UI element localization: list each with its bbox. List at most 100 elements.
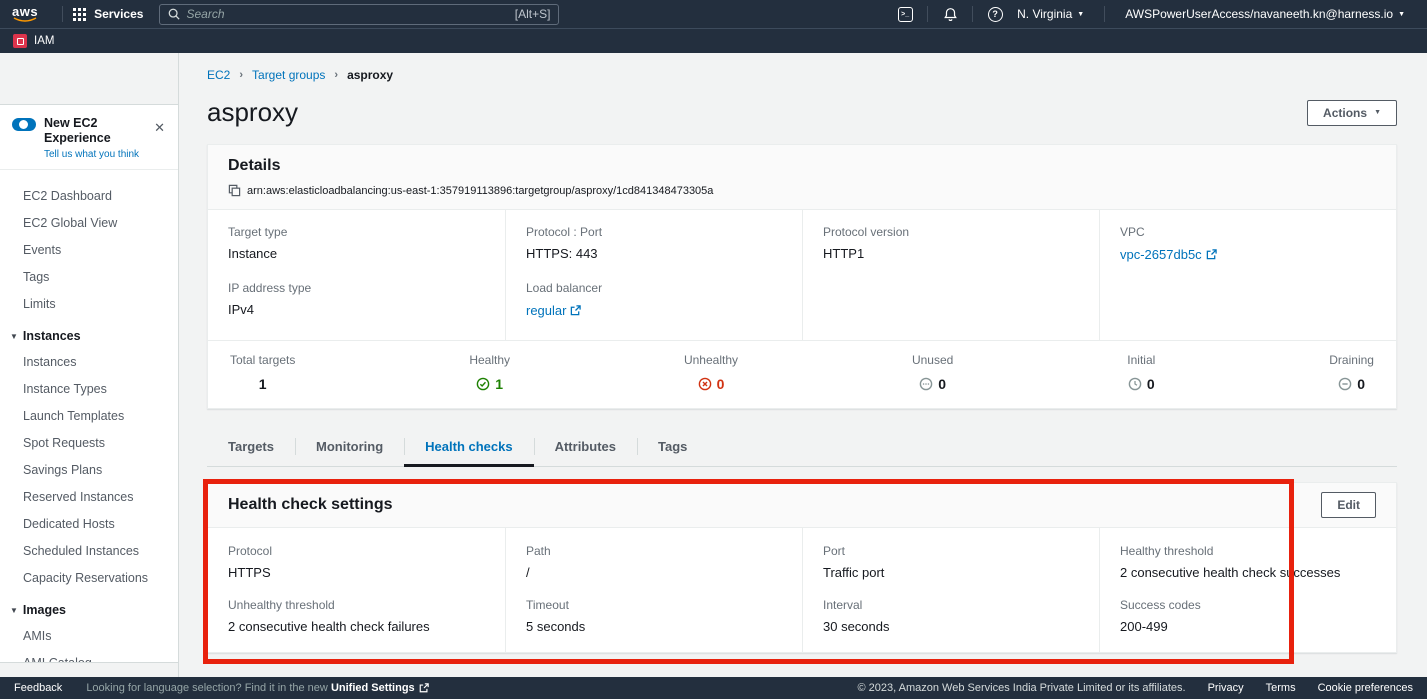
tab-monitoring[interactable]: Monitoring — [295, 429, 404, 466]
field-label: IP address type — [228, 281, 485, 295]
divider — [972, 6, 973, 22]
search-input[interactable] — [186, 7, 508, 21]
sidebar-item-spot-requests[interactable]: Spot Requests — [23, 433, 170, 453]
tab-tags[interactable]: Tags — [637, 429, 708, 466]
account-menu[interactable]: AWSPowerUserAccess/navaneeth.kn@harness.… — [1115, 7, 1415, 21]
field-label: Protocol : Port — [526, 225, 782, 239]
hc-healthy-threshold-value: 2 consecutive health check successes — [1120, 565, 1376, 580]
hc-path-value: / — [526, 565, 782, 580]
details-header: Details arn:aws:elasticloadbalancing:us-… — [208, 145, 1396, 210]
sidebar-section-instances[interactable]: ▼Instances — [10, 329, 170, 343]
hc-success-codes-value: 200-499 — [1120, 619, 1376, 634]
aws-logo-text: aws — [12, 6, 38, 17]
hc-protocol-value: HTTPS — [228, 565, 485, 580]
iam-service-icon — [13, 34, 27, 48]
content-shell: New EC2 Experience Tell us what you thin… — [0, 53, 1427, 677]
sidebar-item-events[interactable]: Events — [23, 240, 170, 260]
sidebar-item-ec2-global-view[interactable]: EC2 Global View — [23, 213, 170, 233]
sidebar: New EC2 Experience Tell us what you thin… — [0, 53, 179, 677]
favorite-iam-link[interactable]: IAM — [34, 35, 54, 47]
tab-targets[interactable]: Targets — [207, 429, 295, 466]
sidebar-item-ami-catalog[interactable]: AMI Catalog — [23, 653, 170, 662]
vpc-link[interactable]: vpc-2657db5c — [1120, 247, 1217, 262]
sidebar-item-launch-templates[interactable]: Launch Templates — [23, 406, 170, 426]
health-check-title: Health check settings — [228, 496, 393, 514]
total-targets-count: 1 — [259, 376, 267, 392]
question-icon: ? — [988, 7, 1003, 22]
target-group-arn: arn:aws:elasticloadbalancing:us-east-1:3… — [247, 185, 713, 197]
services-menu-button[interactable]: Services — [73, 7, 143, 21]
field-label: Protocol — [228, 544, 485, 558]
sidebar-item-limits[interactable]: Limits — [23, 294, 170, 314]
sidebar-item-instance-types[interactable]: Instance Types — [23, 379, 170, 399]
protocol-version-value: HTTP1 — [823, 246, 1079, 261]
ip-address-type-value: IPv4 — [228, 302, 485, 317]
sidebar-item-dedicated-hosts[interactable]: Dedicated Hosts — [23, 514, 170, 534]
health-check-settings-card: Health check settings Edit Protocol HTTPS… — [207, 482, 1397, 653]
sidebar-item-capacity-reservations[interactable]: Capacity Reservations — [23, 568, 170, 588]
sidebar-item-savings-plans[interactable]: Savings Plans — [23, 460, 170, 480]
unused-count: 0 — [938, 376, 946, 392]
sidebar-item-scheduled-instances[interactable]: Scheduled Instances — [23, 541, 170, 561]
new-experience-label: New EC2 Experience — [44, 116, 166, 146]
chevron-down-icon: ▼ — [1398, 11, 1405, 18]
copy-icon[interactable] — [228, 184, 241, 197]
hc-unhealthy-threshold-value: 2 consecutive health check failures — [228, 619, 485, 634]
topnav-right: >_ ? N. Virginia ▼ AWSPowerUserAccess/na… — [893, 6, 1415, 22]
services-label: Services — [94, 7, 143, 21]
unused-cell: Unused 0 — [912, 353, 953, 392]
load-balancer-link[interactable]: regular — [526, 303, 581, 318]
breadcrumb-current: asproxy — [347, 68, 393, 82]
sidebar-bottom-strip — [0, 662, 178, 677]
sidebar-item-amis[interactable]: AMIs — [23, 626, 170, 646]
terms-link[interactable]: Terms — [1266, 682, 1296, 694]
feedback-button[interactable]: Feedback — [14, 682, 62, 694]
unified-settings-link[interactable]: Unified Settings — [331, 682, 429, 694]
sidebar-item-instances[interactable]: Instances — [23, 352, 170, 372]
actions-button[interactable]: Actions ▼ — [1307, 100, 1397, 126]
clock-circle-icon — [1128, 377, 1142, 391]
health-check-grid: ProtocolHTTPS Unhealthy threshold2 conse… — [208, 528, 1396, 652]
aws-logo[interactable]: aws — [12, 6, 38, 22]
edit-button[interactable]: Edit — [1321, 492, 1376, 518]
help-button[interactable]: ? — [983, 7, 1007, 22]
feedback-link[interactable]: Tell us what you think — [44, 149, 166, 160]
external-link-icon — [419, 683, 429, 693]
notifications-button[interactable] — [938, 7, 962, 22]
close-icon[interactable]: ✕ — [154, 121, 165, 134]
sidebar-item-reserved-instances[interactable]: Reserved Instances — [23, 487, 170, 507]
external-link-icon — [570, 305, 581, 316]
divider — [927, 6, 928, 22]
chevron-right-icon: › — [334, 69, 338, 81]
new-ec2-experience-panel: New EC2 Experience Tell us what you thin… — [0, 105, 178, 170]
main-content: EC2 › Target groups › asproxy asproxy Ac… — [179, 53, 1427, 677]
field-label: Load balancer — [526, 281, 782, 295]
region-selector[interactable]: N. Virginia ▼ — [1007, 7, 1094, 21]
cookie-preferences-link[interactable]: Cookie preferences — [1318, 682, 1413, 694]
field-label: VPC — [1120, 225, 1376, 239]
chevron-down-icon: ▼ — [10, 606, 18, 615]
hc-port-value: Traffic port — [823, 565, 1079, 580]
global-search: [Alt+S] — [159, 4, 559, 25]
account-label: AWSPowerUserAccess/navaneeth.kn@harness.… — [1125, 7, 1393, 21]
sidebar-section-images[interactable]: ▼Images — [10, 603, 170, 617]
tab-health-checks[interactable]: Health checks — [404, 429, 533, 466]
tab-attributes[interactable]: Attributes — [534, 429, 637, 466]
sidebar-item-ec2-dashboard[interactable]: EC2 Dashboard — [23, 186, 170, 206]
tab-bar: Targets Monitoring Health checks Attribu… — [207, 429, 1397, 467]
unhealthy-count: 0 — [717, 376, 725, 392]
privacy-link[interactable]: Privacy — [1208, 682, 1244, 694]
field-label: Port — [823, 544, 1079, 558]
new-experience-toggle[interactable] — [12, 118, 36, 131]
unhealthy-cell: Unhealthy 0 — [684, 353, 738, 392]
cloudshell-button[interactable]: >_ — [893, 7, 917, 22]
search-shortcut-hint: [Alt+S] — [515, 7, 551, 21]
breadcrumb-target-groups[interactable]: Target groups — [252, 68, 325, 82]
breadcrumb-ec2[interactable]: EC2 — [207, 68, 230, 82]
external-link-icon — [1206, 249, 1217, 260]
draining-count: 0 — [1357, 376, 1365, 392]
breadcrumb: EC2 › Target groups › asproxy — [207, 68, 1397, 82]
hc-timeout-value: 5 seconds — [526, 619, 782, 634]
language-hint: Looking for language selection? Find it … — [86, 682, 428, 694]
sidebar-item-tags[interactable]: Tags — [23, 267, 170, 287]
